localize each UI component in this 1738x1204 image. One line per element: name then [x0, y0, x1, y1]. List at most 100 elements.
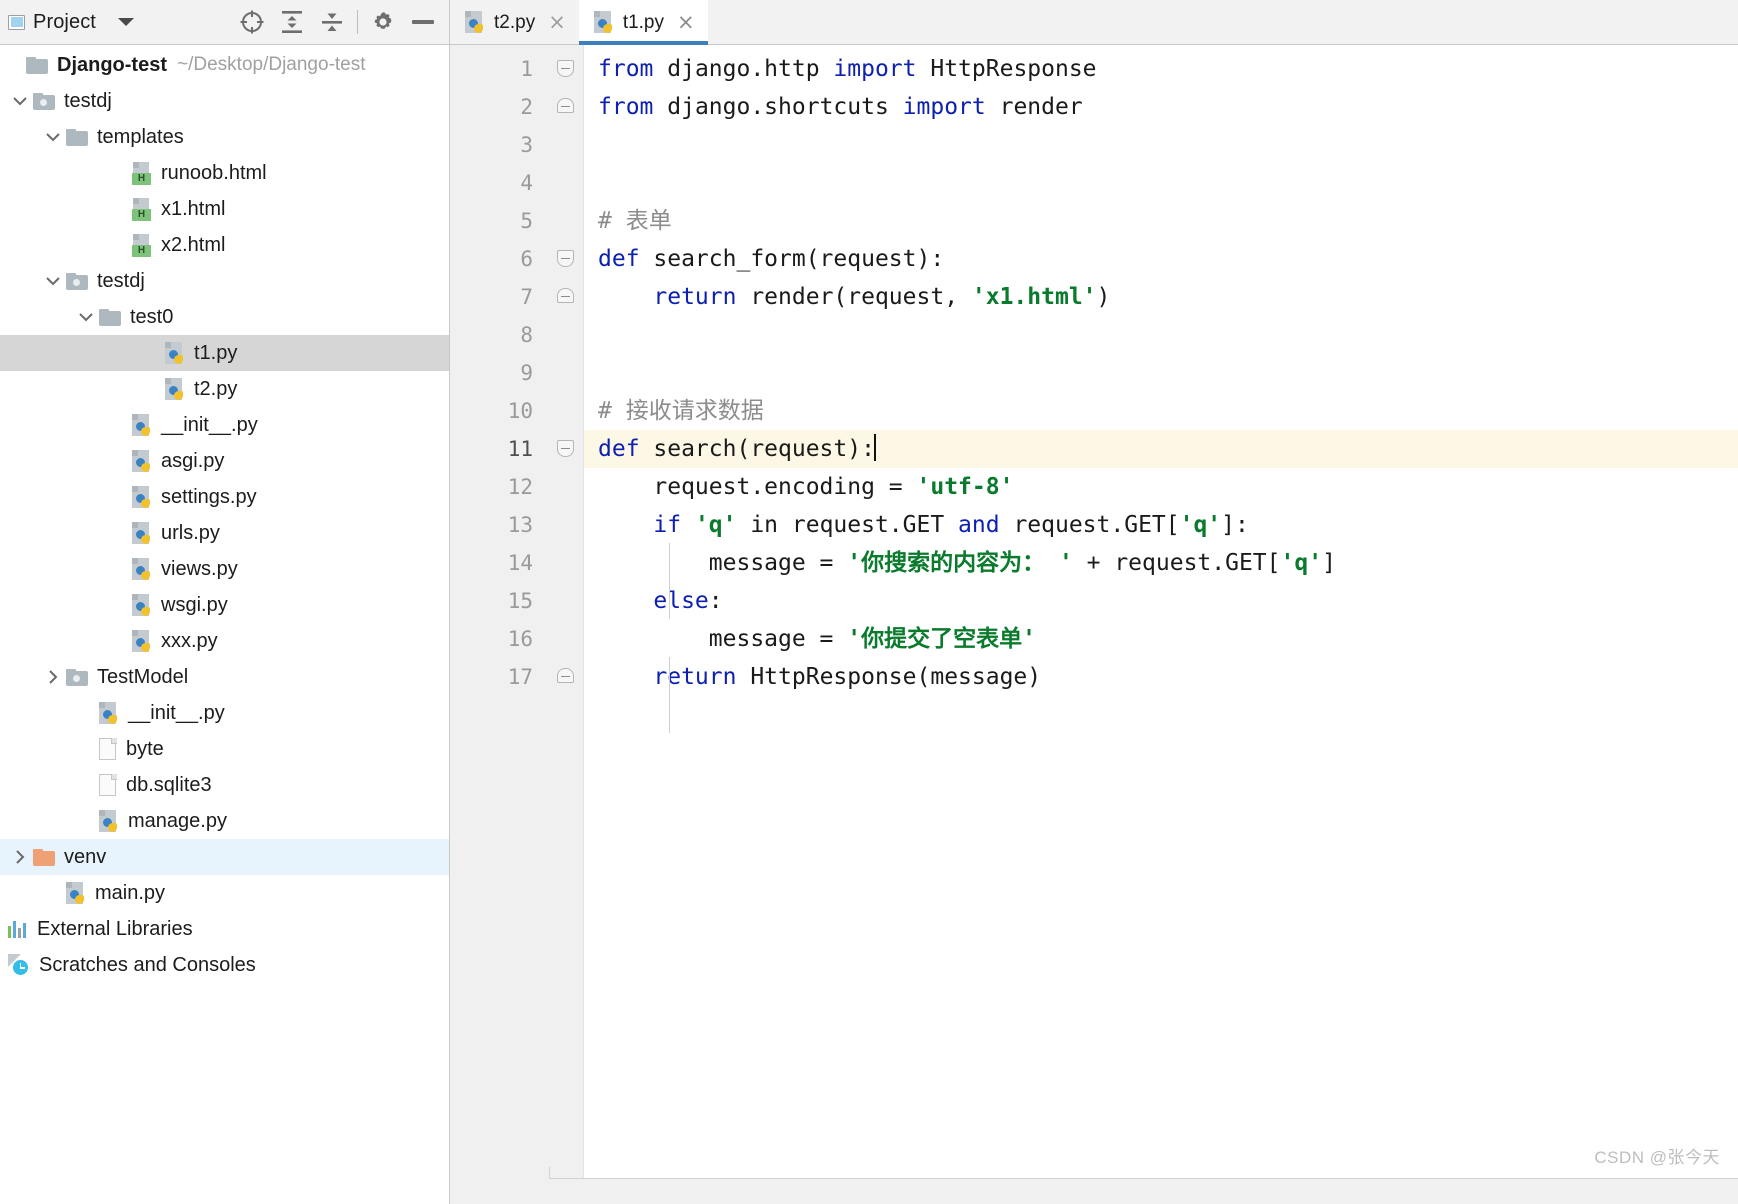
hide-panel-button[interactable]: [403, 2, 443, 42]
code-token: import: [833, 56, 931, 82]
code-token: import: [902, 94, 1000, 120]
tree-row-scratches-and-consoles[interactable]: Scratches and Consoles: [0, 947, 449, 983]
chevron-down-icon[interactable]: [40, 272, 66, 290]
tree-row-views-py[interactable]: views.py: [0, 551, 449, 587]
tree-row-runoob-html[interactable]: Hrunoob.html: [0, 155, 449, 191]
tree-row-testmodel[interactable]: TestModel: [0, 659, 449, 695]
code-editor[interactable]: 1 2 3 4 5 6 7 8 9 10 11 12 13 14 15 16 17 from django.ht…: [450, 45, 1738, 1204]
python-file-icon: [132, 629, 152, 653]
fold-end-icon[interactable]: [557, 288, 574, 303]
tree-row-external-libraries[interactable]: External Libraries: [0, 911, 449, 947]
chevron-down-icon[interactable]: [117, 18, 134, 26]
code-line[interactable]: [584, 164, 1738, 202]
code-line[interactable]: # 接收请求数据: [584, 392, 1738, 430]
tree-row-xxx-py[interactable]: xxx.py: [0, 623, 449, 659]
tree-item-label: Scratches and Consoles: [39, 953, 256, 976]
tree-row-root[interactable]: Django-test ~/Desktop/Django-test: [0, 47, 449, 83]
module-folder-icon: [66, 272, 88, 290]
select-opened-file-button[interactable]: [232, 2, 272, 42]
fold-slot[interactable]: [550, 50, 583, 88]
code-line[interactable]: [584, 126, 1738, 164]
tree-row-x2-html[interactable]: Hx2.html: [0, 227, 449, 263]
tree-item-label: main.py: [95, 881, 166, 904]
fold-slot[interactable]: [550, 430, 583, 468]
code-folding-gutter[interactable]: [550, 45, 584, 1204]
code-line[interactable]: [584, 316, 1738, 354]
code-token: 'q': [694, 512, 751, 538]
line-number: 5: [520, 209, 533, 233]
tree-row-t1-py[interactable]: t1.py: [0, 335, 449, 371]
project-label: Project: [33, 10, 96, 33]
fold-end-icon[interactable]: [557, 98, 574, 113]
fold-slot[interactable]: [550, 658, 583, 696]
tree-item-label: x2.html: [161, 233, 226, 256]
code-line[interactable]: else:: [584, 582, 1738, 620]
chevron-down-icon[interactable]: [73, 308, 99, 326]
toolbar-separator: [357, 10, 358, 34]
tree-row-testdj[interactable]: testdj: [0, 263, 449, 299]
line-number: 4: [520, 171, 533, 195]
tree-item-label: manage.py: [128, 809, 227, 832]
fold-slot[interactable]: [550, 240, 583, 278]
code-line[interactable]: from django.shortcuts import render: [584, 88, 1738, 126]
code-line[interactable]: message = '你搜索的内容为： ' + request.GET['q']: [584, 544, 1738, 582]
collapse-all-button[interactable]: [312, 2, 352, 42]
settings-button[interactable]: [363, 2, 403, 42]
code-line[interactable]: request.encoding = 'utf-8': [584, 468, 1738, 506]
orange-folder-icon: [33, 848, 55, 866]
code-token: ]:: [1221, 512, 1249, 538]
python-file-icon: [132, 485, 152, 509]
tree-item-label: urls.py: [161, 521, 220, 544]
tree-row-venv[interactable]: venv: [0, 839, 449, 875]
fold-start-icon[interactable]: [557, 60, 574, 77]
tree-row-t2-py[interactable]: t2.py: [0, 371, 449, 407]
tree-row-init-py[interactable]: __init__.py: [0, 695, 449, 731]
tree-row-urls-py[interactable]: urls.py: [0, 515, 449, 551]
fold-end-icon[interactable]: [557, 668, 574, 683]
tree-row-main-py[interactable]: main.py: [0, 875, 449, 911]
tab-t2-py[interactable]: t2.py ×: [450, 0, 579, 45]
expand-all-button[interactable]: [272, 2, 312, 42]
tree-row-manage-py[interactable]: manage.py: [0, 803, 449, 839]
code-line[interactable]: # 表单: [584, 202, 1738, 240]
code-token: 'q': [1280, 550, 1323, 576]
code-content[interactable]: from django.http import HttpResponse from…: [584, 45, 1738, 1204]
tree-row-wsgi-py[interactable]: wsgi.py: [0, 587, 449, 623]
close-icon[interactable]: ×: [548, 12, 566, 33]
tree-row-x1-html[interactable]: Hx1.html: [0, 191, 449, 227]
tree-row-templates[interactable]: templates: [0, 119, 449, 155]
tree-row-settings-py[interactable]: settings.py: [0, 479, 449, 515]
code-line[interactable]: def search_form(request):: [584, 240, 1738, 278]
line-number: 17: [507, 665, 533, 689]
fold-start-icon[interactable]: [557, 250, 574, 267]
chevron-right-icon[interactable]: [7, 848, 33, 866]
tree-row-db-sqlite3[interactable]: db.sqlite3: [0, 767, 449, 803]
tree-item-label: templates: [97, 125, 184, 148]
code-line[interactable]: [584, 354, 1738, 392]
project-tool-window-header[interactable]: Project: [8, 11, 134, 34]
code-token: request.GET: [778, 512, 959, 538]
tree-row-asgi-py[interactable]: asgi.py: [0, 443, 449, 479]
code-line[interactable]: from django.http import HttpResponse: [584, 50, 1738, 88]
tree-row-byte[interactable]: byte: [0, 731, 449, 767]
chevron-down-icon[interactable]: [7, 92, 33, 110]
code-line[interactable]: return render(request, 'x1.html'): [584, 278, 1738, 316]
project-toolbar: Project: [0, 0, 450, 45]
fold-start-icon[interactable]: [557, 440, 574, 457]
fold-slot[interactable]: [550, 278, 583, 316]
tree-row-init-py[interactable]: __init__.py: [0, 407, 449, 443]
tree-row-test0[interactable]: test0: [0, 299, 449, 335]
chevron-down-icon[interactable]: [40, 128, 66, 146]
tab-t1-py[interactable]: t1.py ×: [578, 0, 708, 45]
close-icon[interactable]: ×: [677, 12, 695, 33]
indent-guide: [669, 657, 670, 733]
chevron-right-icon[interactable]: [40, 668, 66, 686]
code-line[interactable]: return HttpResponse(message): [584, 658, 1738, 696]
code-line[interactable]: if 'q' in request.GET and request.GET['q…: [584, 506, 1738, 544]
code-line[interactable]: def search(request):: [584, 430, 1738, 468]
code-line[interactable]: message = '你提交了空表单': [584, 620, 1738, 658]
fold-slot[interactable]: [550, 88, 583, 126]
tree-row-testdj[interactable]: testdj: [0, 83, 449, 119]
